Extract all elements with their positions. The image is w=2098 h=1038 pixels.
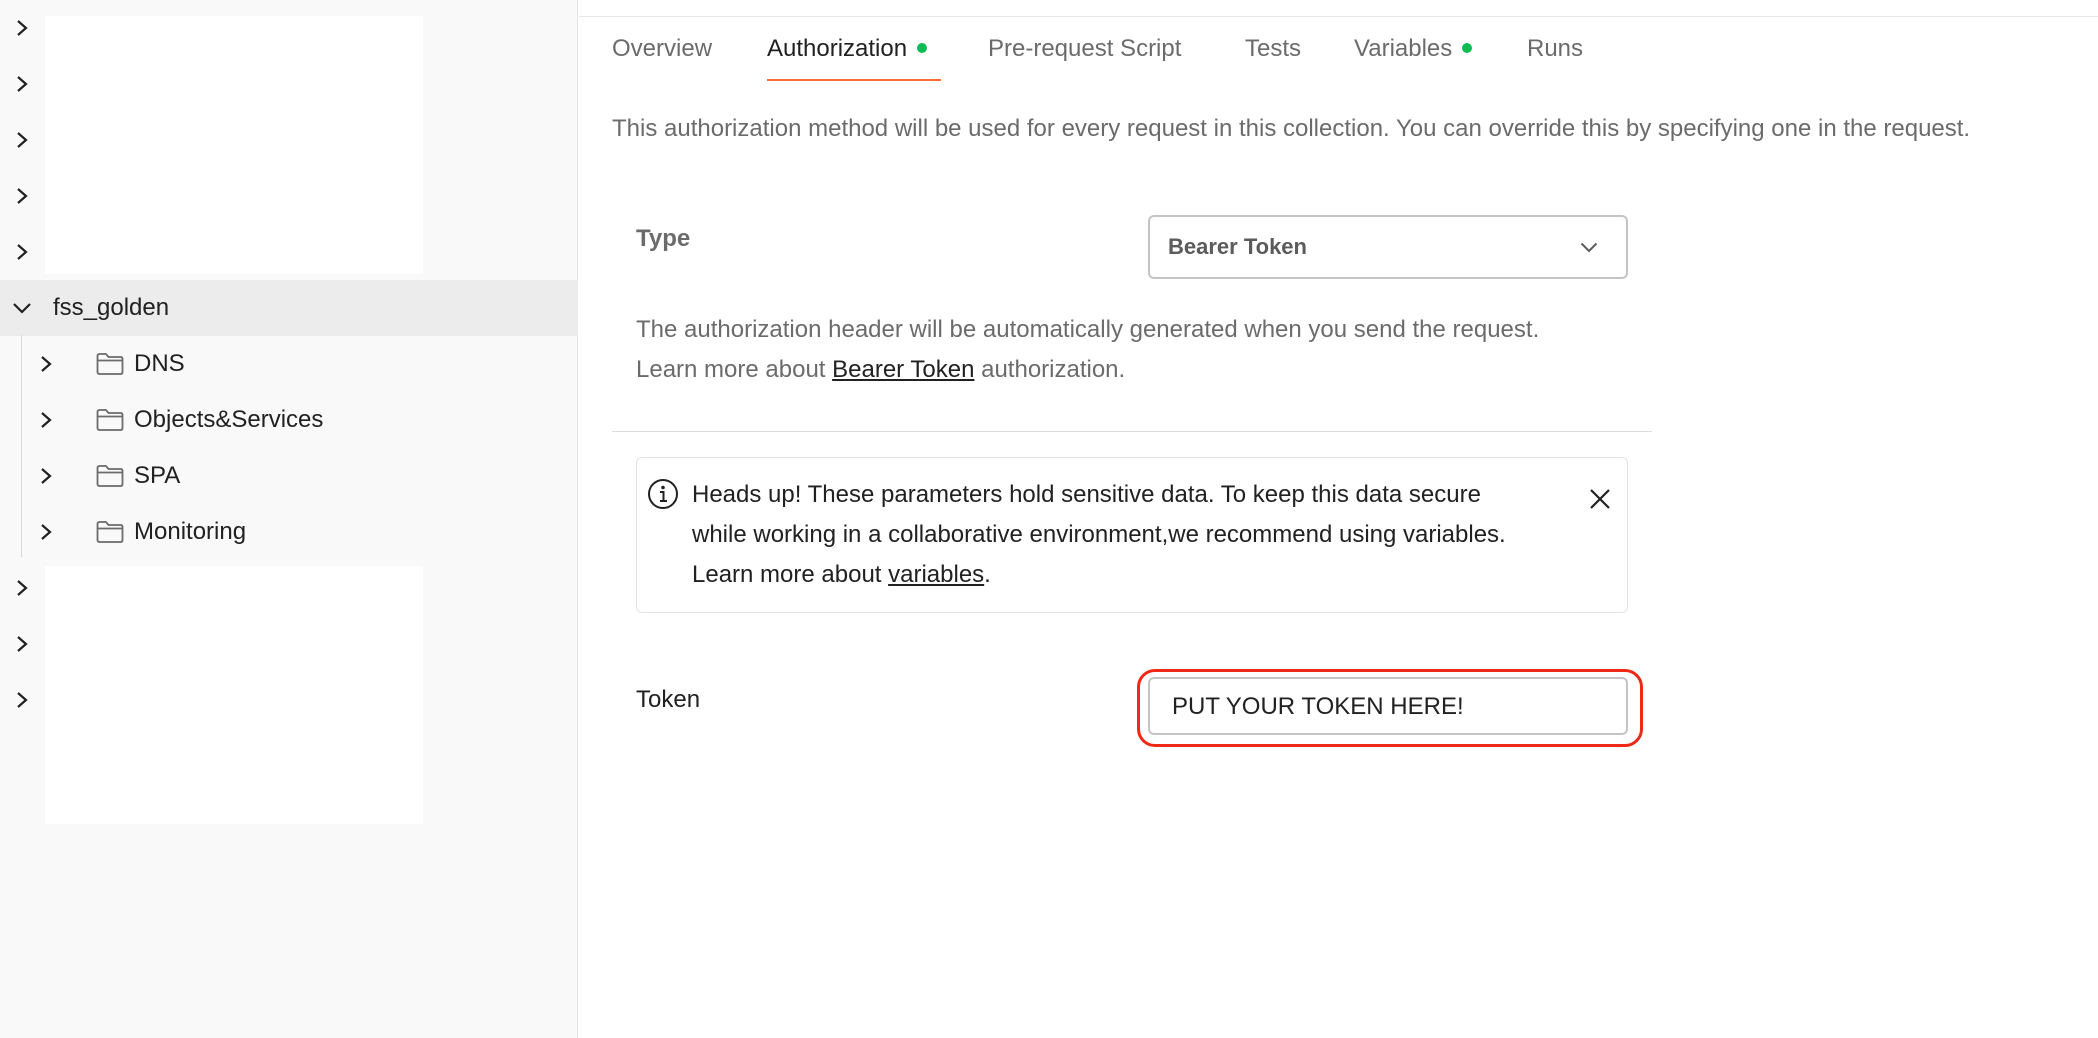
chevron-right-icon[interactable] bbox=[40, 411, 52, 429]
active-tab-underline bbox=[767, 79, 941, 81]
tab-pre-request-script[interactable]: Pre-request Script bbox=[988, 34, 1181, 82]
folder-row-objects-services[interactable]: Objects&Services bbox=[0, 392, 578, 448]
token-value: PUT YOUR TOKEN HERE! bbox=[1172, 693, 1464, 720]
type-label: Type bbox=[636, 225, 691, 252]
chevron-down-icon bbox=[1580, 242, 1598, 253]
alert-line2: while working in a collaborative environ… bbox=[692, 521, 1506, 548]
chevron-right-icon[interactable] bbox=[40, 467, 52, 485]
folder-icon bbox=[96, 353, 124, 375]
bearer-token-link[interactable]: Bearer Token bbox=[832, 356, 974, 383]
redacted-area bbox=[45, 16, 423, 274]
folder-label: Objects&Services bbox=[134, 406, 324, 433]
chevron-right-icon[interactable] bbox=[16, 691, 28, 709]
chevron-right-icon[interactable] bbox=[40, 523, 52, 541]
folder-label: Monitoring bbox=[134, 518, 247, 545]
chevron-right-icon[interactable] bbox=[16, 187, 28, 205]
section-divider bbox=[612, 431, 1652, 432]
status-dot bbox=[917, 42, 928, 53]
tab-runs[interactable]: Runs bbox=[1527, 34, 1583, 82]
variables-link[interactable]: variables bbox=[888, 561, 984, 588]
tab-label: Pre-request Script bbox=[988, 35, 1182, 62]
status-dot bbox=[1462, 42, 1473, 53]
chevron-right-icon[interactable] bbox=[16, 131, 28, 149]
tab-label: Runs bbox=[1527, 35, 1584, 62]
info-icon bbox=[648, 479, 678, 509]
chevron-right-icon[interactable] bbox=[40, 355, 52, 373]
collection-row-fss-golden[interactable]: fss_golden bbox=[0, 280, 578, 336]
chevron-right-icon[interactable] bbox=[16, 243, 28, 261]
tab-label: Variables bbox=[1354, 35, 1453, 62]
chevron-right-icon[interactable] bbox=[16, 635, 28, 653]
chevron-down-icon[interactable] bbox=[12, 302, 32, 314]
help-prefix: Learn more about bbox=[636, 356, 833, 383]
tab-overview[interactable]: Overview bbox=[612, 34, 712, 82]
tab-tests[interactable]: Tests bbox=[1245, 34, 1301, 82]
folder-icon bbox=[96, 521, 124, 543]
folder-row-spa[interactable]: SPA bbox=[0, 448, 578, 504]
alert-text: Heads up! These parameters hold sensitiv… bbox=[692, 475, 1506, 595]
tab-variables[interactable]: Variables bbox=[1354, 34, 1473, 82]
chevron-right-icon[interactable] bbox=[16, 19, 28, 37]
auth-type-value: Bearer Token bbox=[1168, 234, 1307, 259]
alert-line1: Heads up! These parameters hold sensitiv… bbox=[692, 481, 1481, 508]
folder-row-dns[interactable]: DNS bbox=[0, 336, 578, 392]
folder-icon bbox=[96, 409, 124, 431]
tab-label: Overview bbox=[612, 35, 713, 62]
chevron-right-icon[interactable] bbox=[16, 75, 28, 93]
auth-type-select[interactable]: Bearer Token bbox=[1148, 215, 1628, 279]
alert-line3: Learn more about variables. bbox=[692, 555, 1506, 595]
token-input[interactable]: PUT YOUR TOKEN HERE! bbox=[1148, 677, 1628, 735]
tab-label: Tests bbox=[1245, 35, 1302, 62]
folder-row-monitoring[interactable]: Monitoring bbox=[0, 504, 578, 560]
top-divider bbox=[579, 16, 2098, 17]
alert-prefix: Learn more about bbox=[692, 561, 889, 588]
help-suffix: authorization. bbox=[974, 356, 1126, 383]
close-icon[interactable] bbox=[1589, 488, 1611, 510]
folder-label: DNS bbox=[134, 350, 185, 377]
auth-description: This authorization method will be used f… bbox=[612, 115, 1971, 142]
collection-name: fss_golden bbox=[53, 294, 170, 321]
folder-label: SPA bbox=[134, 462, 181, 489]
tab-authorization[interactable]: Authorization bbox=[767, 34, 928, 82]
token-label: Token bbox=[636, 686, 701, 713]
chevron-right-icon[interactable] bbox=[16, 579, 28, 597]
help-text-line1: The authorization header will be automat… bbox=[636, 316, 1540, 343]
redacted-area bbox=[45, 566, 423, 824]
alert-suffix: . bbox=[984, 561, 991, 588]
help-text-line2: Learn more about Bearer Token authorizat… bbox=[636, 355, 1125, 385]
sensitive-data-alert: Heads up! These parameters hold sensitiv… bbox=[636, 457, 1628, 613]
folder-icon bbox=[96, 465, 124, 487]
sidebar: fss_golden DNS Objects&Services SPA Moni… bbox=[0, 0, 578, 1038]
tab-label: Authorization bbox=[767, 35, 908, 62]
